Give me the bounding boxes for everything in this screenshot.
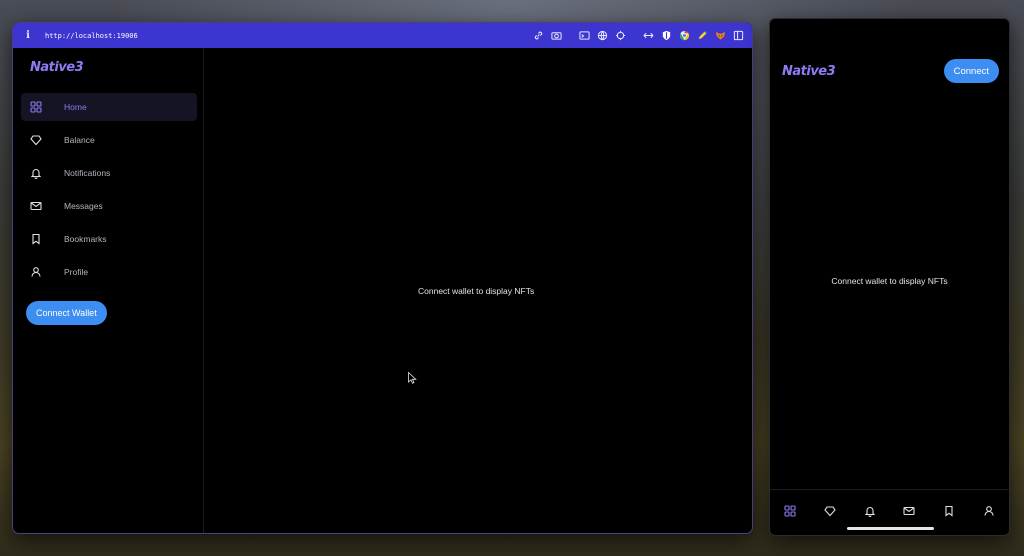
user-icon (30, 266, 42, 278)
sidebar-item-notifications[interactable]: Notifications (21, 159, 197, 187)
expand-icon[interactable] (642, 30, 654, 42)
sidebar: Native3 Home Balance Notifications Messa… (13, 48, 204, 533)
pencil-icon[interactable] (696, 30, 708, 42)
grid-icon (30, 101, 42, 113)
sidebar-icon[interactable] (732, 30, 744, 42)
mouse-cursor-icon (408, 372, 417, 384)
globe-icon[interactable] (596, 30, 608, 42)
mobile-logo[interactable]: Native3 (782, 64, 836, 79)
bookmark-icon (945, 505, 953, 517)
sidebar-item-messages[interactable]: Messages (21, 192, 197, 220)
fox-icon[interactable] (714, 30, 726, 42)
shield-icon[interactable] (660, 30, 672, 42)
diamond-icon (824, 506, 836, 517)
mail-icon (30, 200, 42, 212)
sidebar-item-bookmarks[interactable]: Bookmarks (21, 225, 197, 253)
mobile-preview: Native3 Connect Connect wallet to displa… (769, 18, 1010, 536)
app-logo[interactable]: Native3 (13, 60, 203, 80)
bell-icon (864, 507, 875, 517)
home-indicator[interactable] (847, 527, 934, 530)
user-icon (984, 506, 994, 516)
sidebar-item-label: Profile (64, 267, 89, 277)
sidebar-item-label: Home (64, 102, 87, 112)
tab-bookmarks[interactable] (942, 504, 956, 518)
sidebar-item-label: Balance (64, 135, 95, 145)
sidebar-item-home[interactable]: Home (21, 93, 197, 121)
bookmark-icon (30, 233, 42, 245)
crosshair-icon[interactable] (614, 30, 626, 42)
url-text[interactable]: http://localhost:19006 (45, 32, 138, 40)
sidebar-item-balance[interactable]: Balance (21, 126, 197, 154)
tab-home[interactable] (783, 504, 797, 518)
tab-notifications[interactable] (863, 504, 877, 518)
tab-profile[interactable] (982, 504, 996, 518)
tab-messages[interactable] (902, 504, 916, 518)
tab-balance[interactable] (823, 504, 837, 518)
sidebar-item-label: Messages (64, 201, 103, 211)
connect-wallet-button[interactable]: Connect Wallet (26, 301, 107, 325)
main-content: Connect wallet to display NFTs (204, 48, 752, 533)
mobile-empty-state-message: Connect wallet to display NFTs (831, 276, 948, 286)
url-bar: i http://localhost:19006 (13, 23, 752, 48)
mail-icon (903, 506, 915, 516)
sidebar-item-label: Notifications (64, 168, 111, 178)
chrome-icon[interactable] (678, 30, 690, 42)
sidebar-item-profile[interactable]: Profile (21, 258, 197, 286)
app-container: Native3 Home Balance Notifications Messa… (13, 48, 752, 533)
diamond-icon (30, 134, 42, 146)
link-icon[interactable] (532, 30, 544, 42)
browser-window: i http://localhost:19006 Native3 Home Ba… (12, 22, 753, 534)
info-icon[interactable]: i (21, 30, 35, 41)
mobile-connect-button[interactable]: Connect (943, 59, 999, 83)
grid-icon (784, 505, 796, 517)
mobile-header: Native3 Connect (770, 41, 1009, 101)
terminal-icon[interactable] (578, 30, 590, 42)
empty-state-message: Connect wallet to display NFTs (418, 286, 535, 296)
bell-icon (30, 167, 42, 179)
camera-icon[interactable] (550, 30, 562, 42)
sidebar-nav: Home Balance Notifications Messages Book… (13, 93, 203, 286)
sidebar-item-label: Bookmarks (64, 234, 107, 244)
